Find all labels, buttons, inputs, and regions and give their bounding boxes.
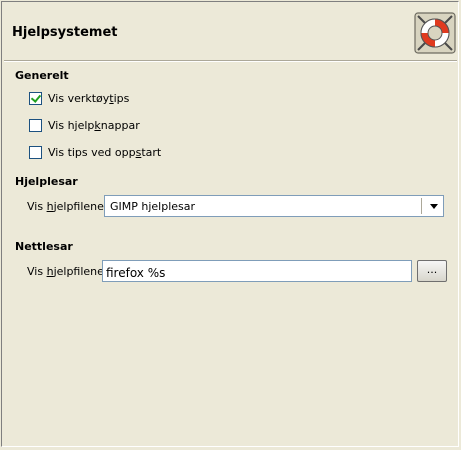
web-browser-command-input[interactable] [102,260,412,282]
checkbox-show-tips-on-startup[interactable] [29,145,42,159]
label-part: ips [113,91,130,105]
section-title-help-browser: Hjelplesar [15,175,78,188]
page-frame [1,1,459,447]
help-browser-label: Vis hjelpfilene i [27,200,110,213]
label-part: Vis hjelp [48,118,95,132]
option-show-tooltips[interactable]: Vis verktøytips [29,91,129,105]
page-header: Hjelpsystemet [4,4,457,59]
browse-button[interactable]: ... [417,260,447,282]
mnemonic-letter: h [46,200,54,213]
option-show-tips-on-startup-label: Vis tips ved oppstart [48,146,161,159]
label-part: Vis [27,200,47,213]
section-title-web-browser: Nettlesar [15,240,73,253]
mnemonic-letter: h [46,265,54,278]
lifebuoy-icon [414,12,456,54]
label-part: Vis verktøy [48,91,110,105]
page-title: Hjelpsystemet [12,25,118,40]
help-browser-selected-value: GIMP hjelplesar [110,200,196,213]
checkbox-show-help-buttons[interactable] [29,118,42,132]
label-part: Vis [27,265,47,278]
label-part: tart [141,145,162,159]
help-browser-select[interactable]: GIMP hjelplesar [104,195,444,217]
combo-divider [421,198,422,214]
option-show-tooltips-label: Vis verktøytips [48,92,129,105]
label-part: Vis tips ved opp [48,145,136,159]
option-show-help-buttons[interactable]: Vis hjelpknappar [29,118,140,132]
header-separator [4,60,457,62]
section-title-general: Generelt [15,69,69,82]
option-show-help-buttons-label: Vis hjelpknappar [48,119,140,132]
label-part: nappar [100,118,140,132]
label-part: jelpfilene i [53,200,111,213]
web-browser-label: Vis hjelpfilene i [27,265,110,278]
chevron-down-icon[interactable] [430,204,438,209]
preferences-page: Hjelpsystemet Generelt Vis verktøytips V… [0,0,461,450]
checkbox-show-tooltips[interactable] [29,91,42,105]
option-show-tips-on-startup[interactable]: Vis tips ved oppstart [29,145,161,159]
